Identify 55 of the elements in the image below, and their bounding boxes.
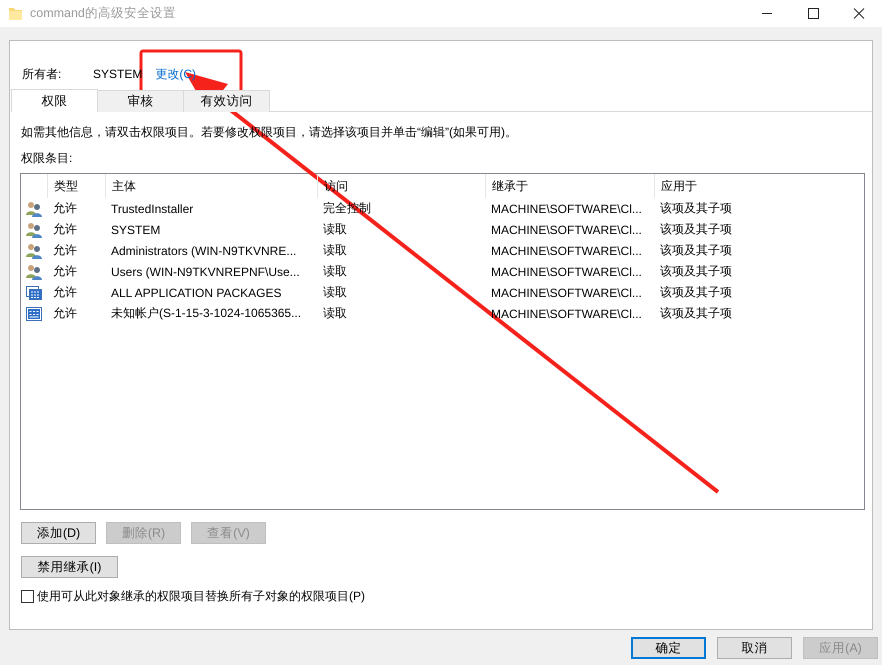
tab[interactable]: 审核 (97, 90, 184, 112)
users-icon (26, 242, 42, 258)
table-cell-text: 该项及其子项 (659, 221, 733, 238)
table-cell-text: 该项及其子项 (659, 242, 733, 259)
table-cell-text: Users (WIN-N9TKVNREPNF\Use... (110, 264, 301, 280)
window-title: command的高级安全设置 (30, 5, 177, 22)
checkbox-label: 使用可从此对象继承的权限项目替换所有子对象的权限项目(P) (37, 588, 365, 605)
window-grid-icon (26, 306, 42, 322)
table-cell-text: MACHINE\SOFTWARE\Cl... (490, 222, 643, 238)
table-cell-text: 读取 (322, 221, 348, 238)
entries-label: 权限条目: (21, 150, 74, 167)
table-cell-text: 允许 (52, 200, 78, 217)
table-cell-text: 读取 (322, 305, 348, 322)
column-header[interactable]: 类型 (47, 174, 105, 198)
table-cell-text: 该项及其子项 (659, 200, 733, 217)
table-cell-text: MACHINE\SOFTWARE\Cl... (490, 200, 643, 218)
maximize-icon (807, 8, 819, 19)
column-header[interactable]: 继承于 (485, 174, 654, 198)
dialog-button[interactable]: 取消 (717, 637, 792, 659)
table-cell-text: 读取 (322, 284, 348, 301)
column-header[interactable]: 访问 (317, 174, 485, 198)
table-cell-text: 该项及其子项 (659, 263, 733, 280)
table-cell-text: 该项及其子项 (659, 284, 733, 301)
dialog-button[interactable]: 确定 (631, 637, 706, 659)
table-cell-text: 读取 (322, 242, 348, 259)
table-cell-text: 允许 (52, 263, 78, 280)
disable-inheritance-button[interactable]: 禁用继承(I) (21, 556, 118, 578)
window-grid-icon (26, 284, 42, 300)
table-cell-text: 允许 (52, 305, 78, 322)
table-cell-text: MACHINE\SOFTWARE\Cl... (490, 284, 643, 302)
entry-button[interactable]: 添加(D) (21, 522, 96, 544)
table-cell-text: 允许 (52, 242, 78, 259)
table-cell-text: SYSTEM (110, 222, 162, 238)
users-icon (26, 200, 42, 216)
table-cell-text: 未知帐户(S-1-15-3-1024-1065365... (110, 305, 302, 322)
table-cell-text: 该项及其子项 (659, 305, 733, 322)
column-header[interactable]: 应用于 (654, 174, 864, 198)
tab[interactable]: 有效访问 (183, 90, 270, 112)
table-cell-text: MACHINE\SOFTWARE\Cl... (490, 306, 643, 322)
users-icon (26, 264, 42, 280)
owner-label: 所有者: (22, 66, 62, 82)
folder-icon (8, 6, 23, 21)
users-icon (26, 222, 42, 238)
tab[interactable]: 权限 (11, 89, 98, 112)
table-cell-text: TrustedInstaller (110, 200, 194, 218)
column-header[interactable]: 主体 (105, 174, 317, 198)
table-cell-text: 允许 (52, 284, 78, 301)
table-cell-text: 允许 (52, 221, 78, 238)
close-icon (853, 8, 865, 19)
table-cell-text: ALL APPLICATION PACKAGES (110, 284, 283, 302)
checkbox[interactable] (21, 590, 34, 603)
table-cell-text: Administrators (WIN-N9TKVNRE... (110, 242, 298, 260)
table-cell-text: MACHINE\SOFTWARE\Cl... (490, 264, 643, 280)
table-cell-text: MACHINE\SOFTWARE\Cl... (490, 242, 643, 260)
table-cell-text: 读取 (322, 263, 348, 280)
